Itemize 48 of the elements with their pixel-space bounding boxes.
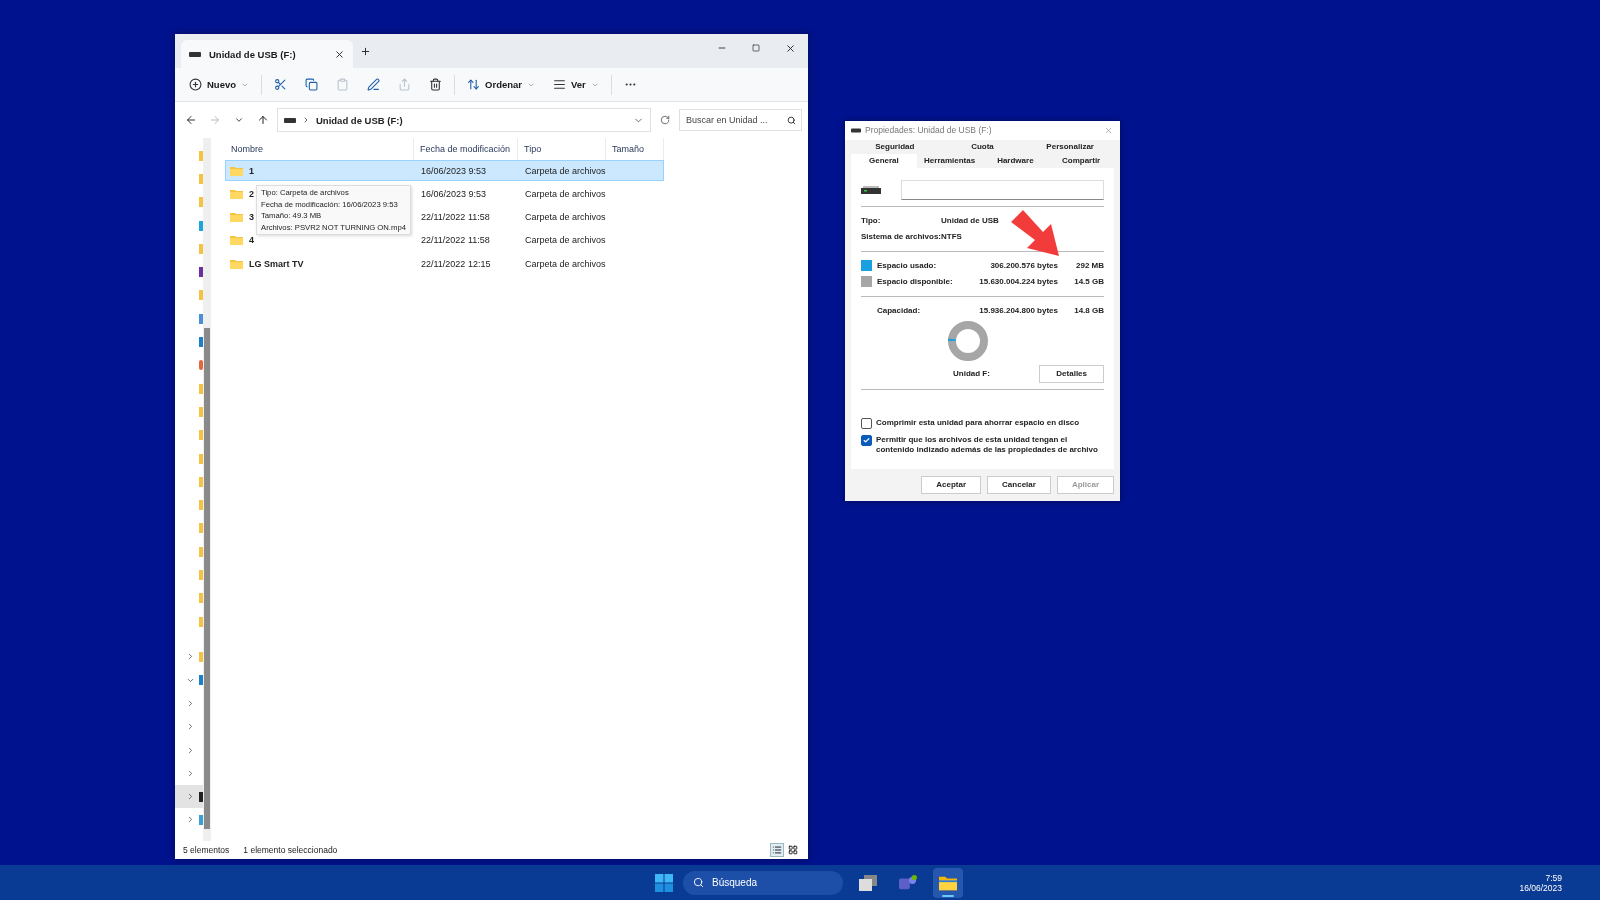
address-bar[interactable]: Unidad de USB (F:) xyxy=(277,108,651,132)
capacity-label: Capacidad: xyxy=(877,306,922,316)
option-label: Comprimir esta unidad para ahorrar espacio en disco xyxy=(876,417,1080,428)
space-label: Espacio disponible: xyxy=(877,277,954,287)
taskbar-search[interactable]: Búsqueda xyxy=(683,870,843,895)
item-count: 5 elementos xyxy=(183,845,230,855)
sort-button[interactable]: Ordenar xyxy=(461,74,541,95)
info-value: Unidad de USB xyxy=(941,216,1000,226)
date-cell-text: 16/06/2023 9:53 xyxy=(420,165,488,176)
type-cell-text: Carpeta de archivos xyxy=(524,258,607,269)
dialog-title: Propiedades: Unidad de USB (F:) xyxy=(865,125,993,136)
info-label: Tipo: xyxy=(861,216,882,226)
space-size: 14.5 GB xyxy=(1073,277,1104,287)
file-name: 1 xyxy=(248,165,254,176)
clock-time: 7:59 xyxy=(1545,872,1562,883)
new-button[interactable]: Nuevo xyxy=(183,74,256,95)
capacity-bytes: 15.936.204.800 bytes xyxy=(978,306,1058,316)
info-label: Sistema de archivos: xyxy=(861,232,941,242)
info-value: NTFS xyxy=(941,232,963,242)
drive-label: Unidad F: xyxy=(953,369,990,379)
date-cell-text: 22/11/2022 11:58 xyxy=(420,212,491,223)
window-tab[interactable]: Unidad de USB (F:) xyxy=(181,40,353,68)
dialog-button[interactable]: Aceptar xyxy=(921,475,982,494)
space-label: Espacio usado: xyxy=(877,261,938,271)
space-bytes: 306.200.576 bytes xyxy=(989,261,1058,271)
file-row[interactable]: 1 16/06/2023 9:53 Carpeta de archivos xyxy=(225,160,664,181)
tab-title: Unidad de USB (F:) xyxy=(209,48,297,60)
space-size: 292 MB xyxy=(1075,261,1104,271)
dialog-button[interactable]: Cancelar xyxy=(987,475,1051,494)
type-cell-text: Carpeta de archivos xyxy=(524,235,607,246)
type-cell-text: Carpeta de archivos xyxy=(524,165,607,176)
date-cell-text: 22/11/2022 12:15 xyxy=(420,258,492,269)
option-label: Permitir que los archivos de esta unidad tengan el contenido indizado además de las propiedades de archivo xyxy=(876,434,1099,455)
selection-count: 1 elemento seleccionado xyxy=(243,845,338,855)
file-name: 4 xyxy=(248,235,254,246)
view-button[interactable]: Ver xyxy=(547,74,605,95)
type-cell-text: Carpeta de archivos xyxy=(524,212,607,223)
date-cell-text: 16/06/2023 9:53 xyxy=(420,188,488,199)
file-name: 2 xyxy=(248,188,254,199)
date-cell-text: 22/11/2022 11:58 xyxy=(420,235,491,246)
search-field[interactable]: Buscar en Unidad ... xyxy=(679,109,802,131)
clock-date: 16/06/2023 xyxy=(1519,882,1562,893)
details-button[interactable]: Detalles xyxy=(1039,364,1104,383)
file-name: LG Smart TV xyxy=(248,258,304,269)
type-cell-text: Carpeta de archivos xyxy=(524,188,607,199)
file-name: 3 xyxy=(248,212,254,223)
space-bytes: 15.630.004.224 bytes xyxy=(978,277,1058,287)
capacity-size: 14.8 GB xyxy=(1073,306,1104,316)
